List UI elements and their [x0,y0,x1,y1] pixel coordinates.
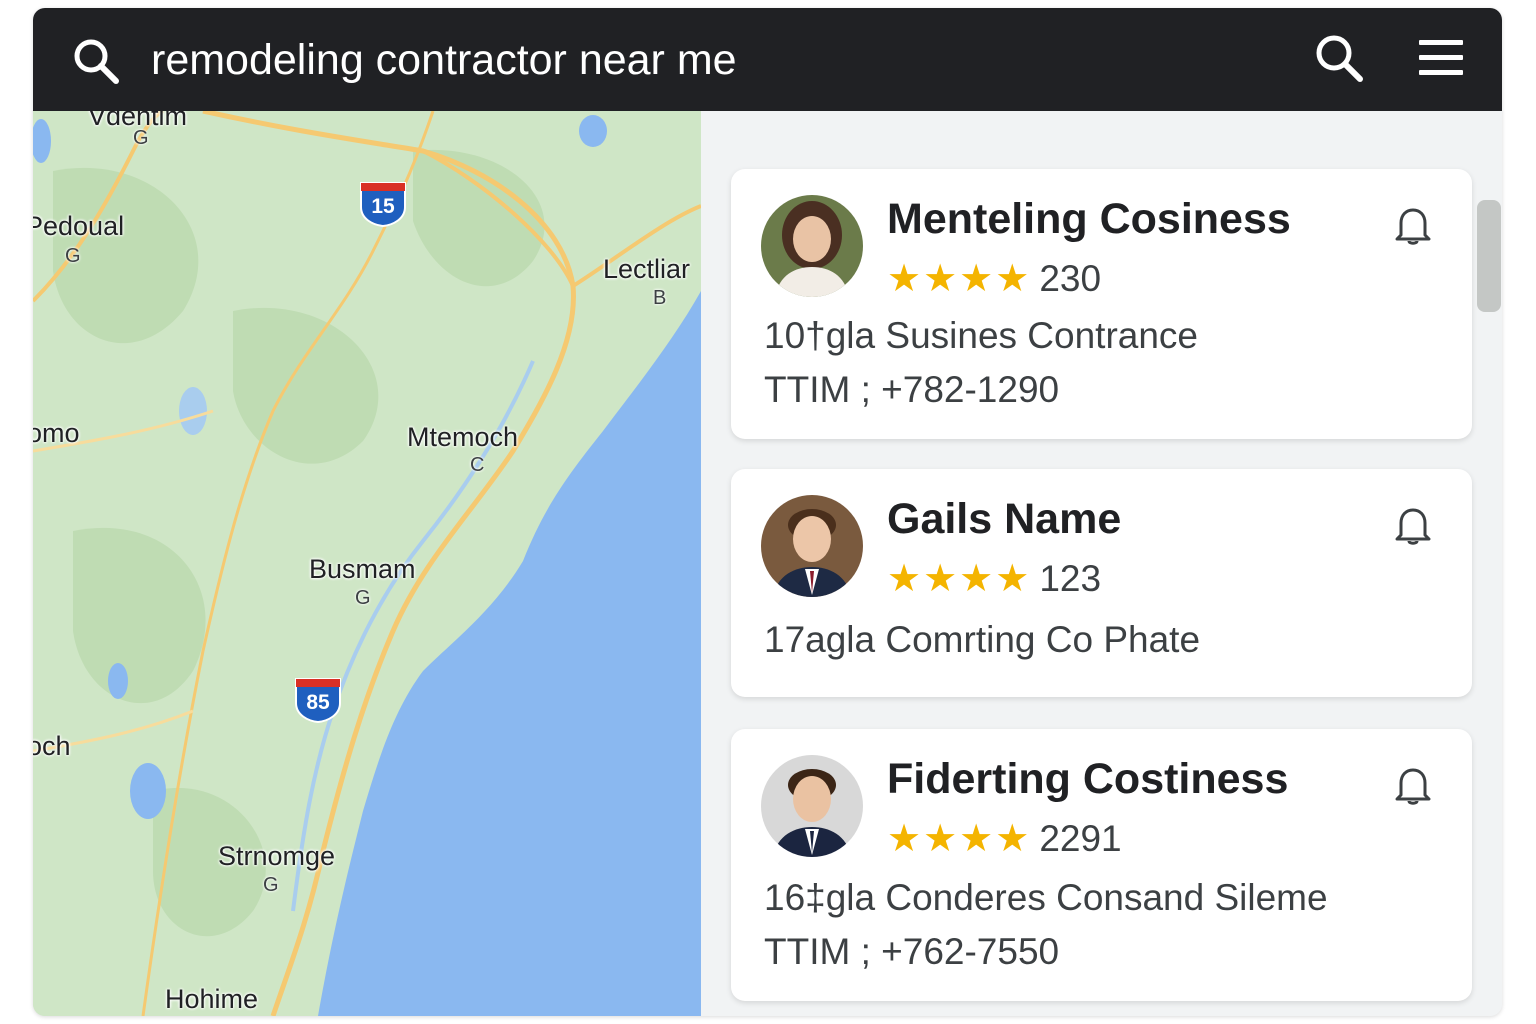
map-place-label[interactable]: och [33,731,71,762]
highway-number: 85 [306,691,330,714]
star-rating: ★ ★ ★ ★ 2291 [887,818,1122,860]
star-rating: ★ ★ ★ ★ 123 [887,558,1102,600]
highway-shield-icon: 15 [359,181,407,227]
search-icon[interactable] [1313,32,1365,84]
highway-shield-icon: 85 [294,677,342,723]
star-icon: ★ [995,818,1030,860]
search-input[interactable]: remodeling contractor near me [151,34,737,86]
business-address: 10†gla Susines Contrance [764,315,1199,356]
business-phone[interactable]: TTIM ; +782-1290 [764,369,1059,411]
rating-count: 230 [1039,258,1102,299]
bell-icon[interactable] [1391,203,1435,247]
avatar [761,755,863,857]
rating-count: 2291 [1039,818,1122,859]
business-address: 17agla Comrting Co Phate [764,619,1201,660]
app-window: remodeling contractor near me Vdentim G … [33,8,1502,1016]
star-icon: ★ [887,258,922,300]
map-place-sub: G [133,127,149,149]
map-place-label[interactable]: Strnomge [218,841,335,872]
map-place-sub: G [355,587,371,609]
star-icon: ★ [887,818,922,860]
map-place-label[interactable]: Busmam [309,554,416,585]
bell-icon[interactable] [1391,503,1435,547]
results-list[interactable]: Menteling Cosiness ★ ★ ★ ★ 230 10†gla Su… [701,111,1502,1016]
result-card[interactable]: Menteling Cosiness ★ ★ ★ ★ 230 10†gla Su… [731,169,1472,439]
search-icon[interactable] [71,36,121,86]
map-place-sub: G [65,245,81,267]
map-place-label[interactable]: omo [33,418,80,449]
star-icon: ★ [959,558,994,600]
map-place-sub: C [470,454,485,476]
map-place-label[interactable]: Lectliar [603,254,690,285]
bell-icon[interactable] [1391,763,1435,807]
map-place-label[interactable]: Pedoual [33,211,124,242]
star-icon: ★ [995,258,1030,300]
star-rating: ★ ★ ★ ★ 230 [887,258,1102,300]
business-address: 16‡gla Conderes Consand Sileme [764,877,1328,918]
map-place-sub: G [263,874,279,896]
hamburger-menu-icon[interactable] [1417,36,1465,80]
star-icon: ★ [887,558,922,600]
result-card[interactable]: Fiderting Costiness ★ ★ ★ ★ 2291 16‡gla … [731,729,1472,1001]
map-view[interactable]: Vdentim G Pedoual G Lectliar B omo Mtemo… [33,111,701,1016]
star-icon: ★ [959,258,994,300]
map-place-sub: B [653,287,667,309]
star-icon: ★ [923,558,958,600]
avatar [761,495,863,597]
star-icon: ★ [995,558,1030,600]
business-name[interactable]: Gails Name [887,495,1121,544]
search-bar: remodeling contractor near me [33,8,1502,111]
business-name[interactable]: Fiderting Costiness [887,755,1288,804]
map-place-label[interactable]: Hohime [165,984,258,1015]
result-card[interactable]: Gails Name ★ ★ ★ ★ 123 17agla Comrting C… [731,469,1472,697]
star-icon: ★ [923,258,958,300]
business-name[interactable]: Menteling Cosiness [887,195,1291,244]
map-place-label[interactable]: Mtemoch [407,422,518,453]
highway-number: 15 [371,195,395,218]
results-scrollbar[interactable] [1477,200,1501,312]
star-icon: ★ [923,818,958,860]
rating-count: 123 [1039,558,1102,599]
business-phone[interactable]: TTIM ; +762-7550 [764,931,1059,973]
avatar [761,195,863,297]
star-icon: ★ [959,818,994,860]
